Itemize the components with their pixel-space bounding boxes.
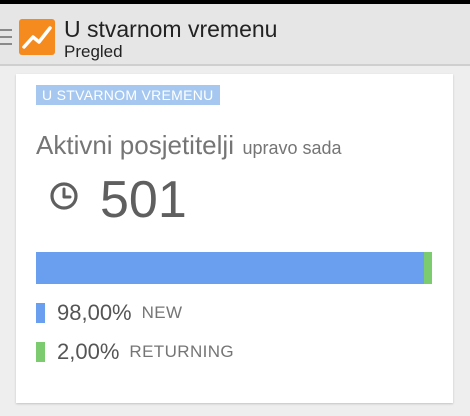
legend-row-returning: 2,00% RETURNING — [36, 339, 234, 365]
split-bar-segment-returning — [424, 252, 432, 284]
metric-sub-label: upravo sada — [242, 138, 342, 158]
visitor-split-bar — [36, 252, 432, 284]
app-title: U stvarnom vremenu — [64, 16, 278, 42]
hamburger-icon[interactable] — [0, 29, 12, 45]
legend-label-returning: RETURNING — [129, 342, 235, 361]
analytics-logo-icon[interactable] — [19, 19, 55, 55]
app-subtitle: Pregled — [64, 42, 123, 61]
active-visitor-count: 501 — [100, 171, 187, 229]
legend-percent-new: 98,00% — [57, 300, 132, 325]
split-bar-segment-new — [36, 252, 425, 284]
clock-icon — [48, 180, 80, 212]
legend-swatch-returning — [36, 342, 45, 362]
legend-label-new: NEW — [141, 303, 183, 322]
card-tag: U STVARNOM VREMENU — [36, 85, 220, 105]
legend-swatch-new — [36, 303, 45, 323]
app-bar: U stvarnom vremenu Pregled — [0, 4, 470, 66]
legend-row-new: 98,00% NEW — [36, 300, 183, 326]
metric-label: Aktivni posjetitelji — [36, 130, 234, 160]
metric-heading: Aktivni posjetitelji upravo sada — [36, 130, 342, 161]
realtime-card[interactable]: U STVARNOM VREMENU Aktivni posjetitelji … — [16, 74, 453, 403]
legend-percent-returning: 2,00% — [57, 339, 120, 364]
